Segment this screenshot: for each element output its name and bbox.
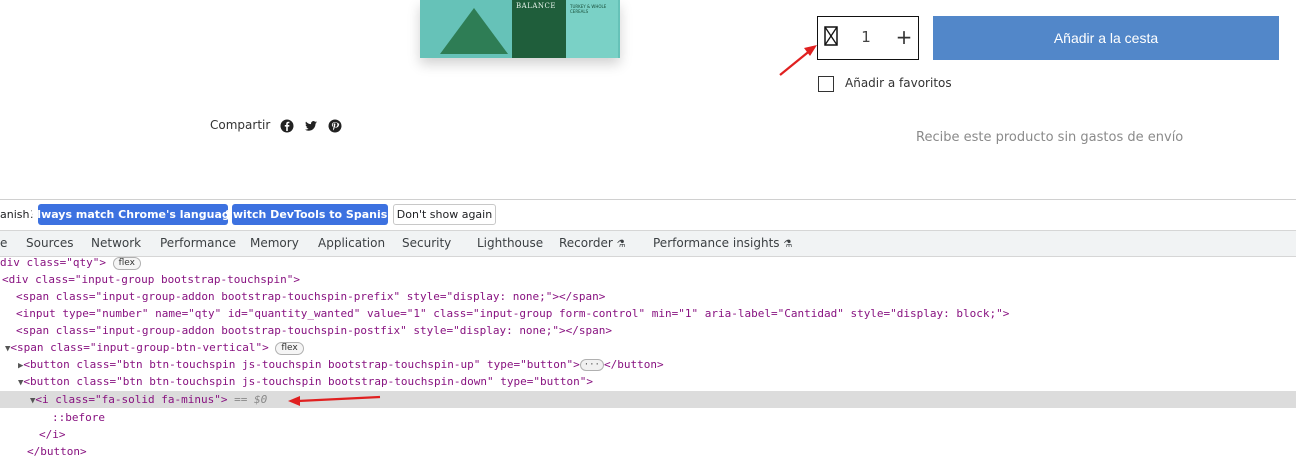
box-triangle-graphic <box>440 8 508 54</box>
match-language-button[interactable]: Always match Chrome's language <box>29 204 237 225</box>
pinterest-icon[interactable] <box>328 118 342 133</box>
tab-performance-insights-label: Performance insights <box>653 236 780 250</box>
dom-line-text: <button class="btn btn-touchspin js-touc… <box>23 358 580 371</box>
tab-recorder[interactable]: Recorder ⚗ <box>559 236 626 250</box>
dom-line-i-close[interactable]: </i> <box>39 426 66 443</box>
box-brand: BALANCE <box>516 2 556 10</box>
dom-line-text: <span class="input-group-btn-vertical"> <box>10 341 269 354</box>
tab-memory[interactable]: Memory <box>250 236 299 250</box>
dom-line-text: div class="qty"> <box>0 256 106 269</box>
dom-line-text: <input type="number" name="qty" id="quan… <box>16 307 1010 320</box>
tab-application[interactable]: Application <box>318 236 385 250</box>
favorites-checkbox[interactable] <box>818 76 834 92</box>
dom-line-input[interactable]: <input type="number" name="qty" id="quan… <box>16 305 1009 322</box>
flex-badge[interactable]: flex <box>112 257 141 270</box>
tab-network[interactable]: Network <box>91 236 141 250</box>
flask-icon: ⚗ <box>783 239 793 250</box>
dont-show-again-button[interactable]: Don't show again <box>393 204 496 225</box>
dom-line-prefix-span[interactable]: <span class="input-group-addon bootstrap… <box>16 288 605 305</box>
free-shipping-text: Recibe este producto sin gastos de envío <box>916 130 1184 145</box>
favorites-label: Añadir a favoritos <box>845 76 952 90</box>
dom-line-text: </button> <box>603 358 664 371</box>
dom-line-text: <button class="btn btn-touchspin js-touc… <box>23 375 593 388</box>
tab-sources[interactable]: Sources <box>26 236 73 250</box>
dom-line-text: </button> <box>27 445 87 458</box>
tab-recorder-label: Recorder <box>559 236 613 250</box>
dom-line-before[interactable]: ::before <box>52 409 105 426</box>
box-subtitle: TURKEY & WHOLE CEREALS <box>570 4 607 14</box>
dom-line-button-close[interactable]: </button> <box>27 443 87 460</box>
flex-badge[interactable]: flex <box>275 342 304 355</box>
tab-performance-insights[interactable]: Performance insights ⚗ <box>653 236 792 250</box>
quantity-input[interactable]: 1 <box>852 28 880 46</box>
dom-line-text: <span class="input-group-addon bootstrap… <box>16 324 613 337</box>
dom-line-text: <span class="input-group-addon bootstrap… <box>16 290 606 303</box>
tab-performance[interactable]: Performance <box>160 236 236 250</box>
dom-line-button-down[interactable]: ▼<button class="btn btn-touchspin js-tou… <box>18 373 593 392</box>
dom-line-text: ::before <box>52 411 105 424</box>
flask-icon: ⚗ <box>616 239 626 250</box>
dom-line-text: <i class="fa-solid fa-minus"> <box>35 393 228 406</box>
dom-line-i-minus[interactable]: ▼<i class="fa-solid fa-minus"> == $0 <box>30 391 267 410</box>
selected-marker: == $0 <box>234 393 268 406</box>
share-label: Compartir <box>210 118 271 132</box>
dom-line-postfix-span[interactable]: <span class="input-group-addon bootstrap… <box>16 322 612 339</box>
dom-line-text: </i> <box>39 428 66 441</box>
dom-line-div-qty[interactable]: div class="qty"> flex <box>0 254 141 271</box>
switch-to-spanish-button[interactable]: Switch DevTools to Spanish <box>225 204 395 225</box>
tab-security[interactable]: Security <box>402 236 451 250</box>
x-box-icon[interactable] <box>822 24 840 48</box>
dom-line-text: <div class="input-group bootstrap-touchs… <box>2 273 301 286</box>
tab-lighthouse[interactable]: Lighthouse <box>477 236 543 250</box>
product-image: BALANCE TURKEY & WHOLE CEREALS <box>398 0 678 78</box>
add-to-cart-button[interactable]: Añadir a la cesta <box>933 16 1279 60</box>
facebook-icon[interactable] <box>280 118 294 133</box>
ellipsis-icon[interactable]: ··· <box>579 359 604 371</box>
quantity-plus-button[interactable]: + <box>894 24 914 50</box>
twitter-icon[interactable] <box>304 118 318 132</box>
product-box: BALANCE TURKEY & WHOLE CEREALS <box>420 0 620 58</box>
tab-elements[interactable]: e <box>0 236 7 250</box>
